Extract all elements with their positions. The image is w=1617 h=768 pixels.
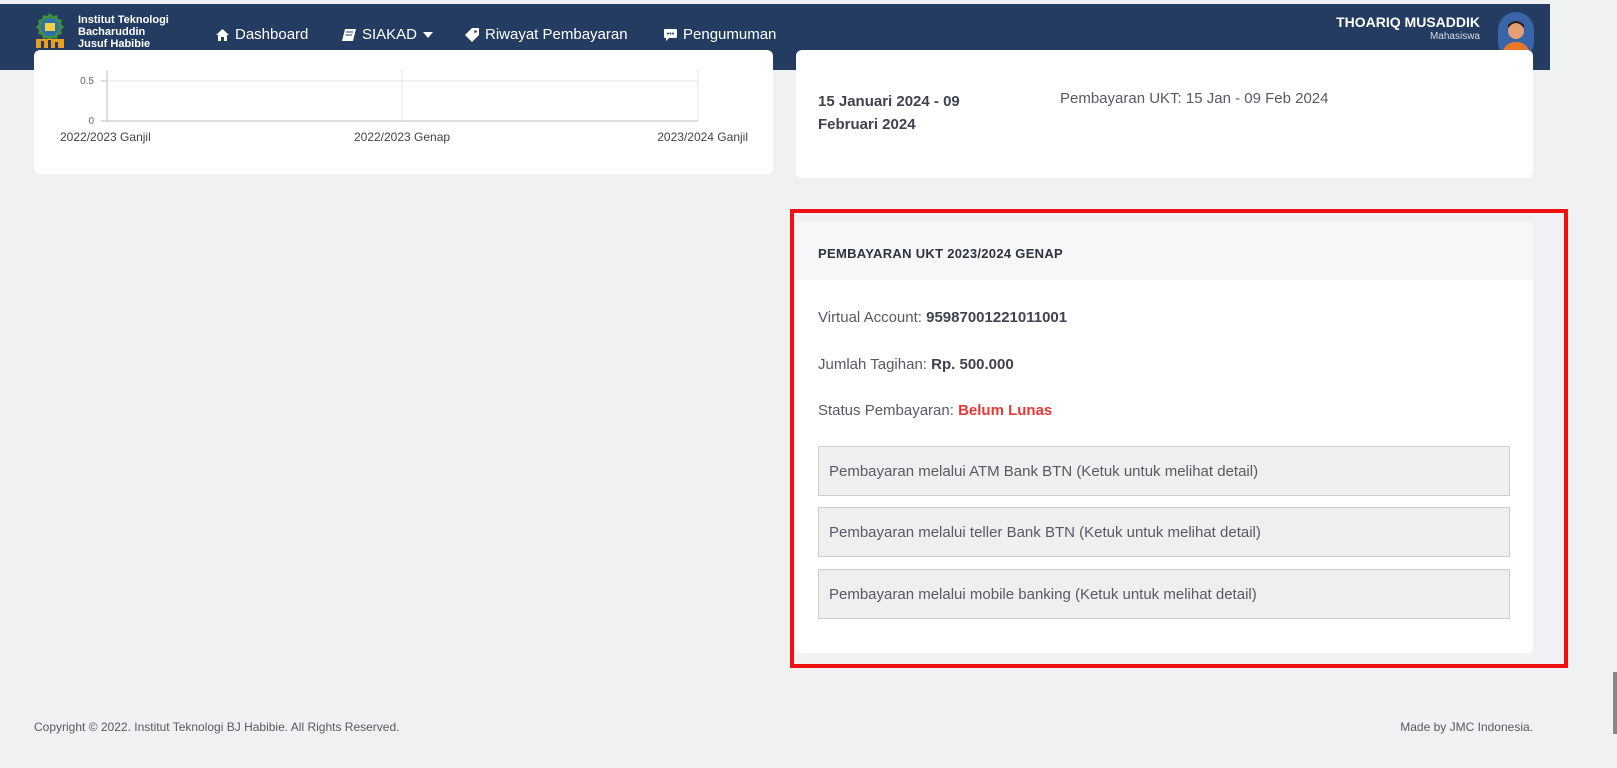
footer-copyright: Copyright © 2022. Institut Teknologi BJ … [34, 720, 400, 734]
home-icon [216, 28, 229, 41]
schedule-description: Pembayaran UKT: 15 Jan - 09 Feb 2024 [1060, 90, 1329, 107]
brand-line-3: Jusuf Habibie [78, 38, 151, 50]
message-icon [664, 28, 677, 41]
footer-made-by[interactable]: Made by JMC Indonesia. [1400, 720, 1533, 734]
page-scrollbar[interactable] [1613, 672, 1617, 734]
nav-riwayat-label: Riwayat Pembayaran [485, 26, 628, 43]
payment-history-chart: 0.5 0 2022/2023 Ganjil 2022/2023 Genap 2… [60, 70, 748, 144]
schedule-date-range: 15 Januari 2024 - 09 Februari 2024 [818, 93, 960, 133]
user-role: Mahasiswa [1429, 31, 1480, 42]
nav-pengumuman-label: Pengumuman [683, 26, 777, 43]
nav-riwayat-pembayaran[interactable]: Riwayat Pembayaran [465, 26, 628, 43]
nav-dashboard[interactable]: Dashboard [216, 26, 308, 43]
tag-icon [465, 27, 479, 42]
nav-pengumuman[interactable]: Pengumuman [664, 26, 776, 43]
x-tick-label: 2022/2023 Ganjil [60, 130, 151, 144]
payment-history-chart-card: 0.5 0 2022/2023 Ganjil 2022/2023 Genap 2… [34, 50, 773, 174]
brand-line-2: Bacharuddin [78, 26, 146, 38]
x-tick-label: 2023/2024 Ganjil [657, 130, 748, 144]
nav-siakad-label: SIAKAD [362, 26, 418, 43]
nav-siakad[interactable]: SIAKAD [342, 26, 434, 43]
schedule-card: 15 Januari 2024 - 09 Februari 2024 Pemba… [796, 50, 1533, 178]
y-tick-label: 0 [88, 116, 94, 127]
user-name: THOARIQ MUSADDIK [1336, 14, 1480, 30]
highlight-box [790, 209, 1568, 668]
nav-dashboard-label: Dashboard [235, 26, 309, 43]
user-info[interactable]: THOARIQ MUSADDIK Mahasiswa [1336, 14, 1480, 42]
y-tick-label: 0.5 [80, 76, 94, 87]
brand-name[interactable]: Institut Teknologi Bacharuddin Jusuf Hab… [78, 14, 169, 50]
book-icon [342, 28, 356, 41]
institution-logo[interactable] [32, 11, 68, 49]
x-tick-label: 2022/2023 Genap [354, 130, 450, 144]
chevron-down-icon [423, 31, 434, 38]
brand-line-1: Institut Teknologi [78, 14, 169, 26]
